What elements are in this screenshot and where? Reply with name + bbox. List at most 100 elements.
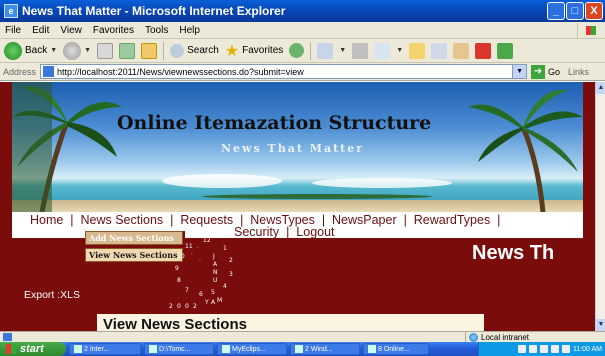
banner-title: Online Itemazation Structure	[117, 112, 432, 134]
messenger-icon[interactable]	[431, 42, 448, 59]
clock-dot: ·	[197, 245, 199, 252]
tray-icon[interactable]	[528, 345, 537, 353]
page-viewport: Online Itemazation Structure News That M…	[0, 82, 595, 331]
task-label: 8 Online...	[378, 345, 410, 353]
favorites-button[interactable]: ★ Favorites	[225, 41, 283, 61]
clock-digit: 2	[229, 257, 233, 264]
chevron-down-icon: ▼	[84, 47, 92, 54]
nav-logout[interactable]: Logout	[296, 225, 334, 239]
clock-digit: 7	[185, 287, 189, 294]
tool-icon[interactable]	[497, 42, 514, 59]
clock-digit: 9	[175, 265, 179, 272]
search-icon	[170, 43, 185, 58]
scroll-down-icon[interactable]: ▼	[596, 319, 605, 331]
taskbar-item-myeclipse[interactable]: MyEclips...	[217, 343, 287, 355]
export-xls-link[interactable]: Export :XLS	[24, 289, 80, 301]
start-button[interactable]: start	[0, 342, 66, 356]
clock-digit: M	[217, 297, 223, 304]
clock-digit: 8	[177, 277, 181, 284]
back-button[interactable]: Back ▼	[4, 41, 58, 60]
clock-dot: ·	[191, 251, 193, 258]
nav-separator: |	[279, 225, 297, 239]
clock-digit: 6	[199, 291, 203, 298]
windows-logo-icon	[6, 344, 16, 354]
clock-digit: J	[213, 253, 215, 260]
folder-icon[interactable]	[409, 42, 426, 59]
search-button[interactable]: Search	[170, 43, 219, 58]
menu-help[interactable]: Help	[179, 25, 200, 36]
tray-icon[interactable]	[550, 345, 559, 353]
forward-button[interactable]: ▼	[63, 41, 92, 60]
tray-icon[interactable]	[561, 345, 570, 353]
menu-file[interactable]: File	[5, 25, 21, 36]
back-label: Back	[25, 45, 48, 56]
window-titlebar: e News That Matter - Microsoft Internet …	[0, 0, 605, 22]
eclipse-icon	[222, 345, 230, 353]
menu-tools[interactable]: Tools	[145, 25, 168, 36]
windows-taskbar: start 2 Inter... D:\Tomc... MyEclips... …	[0, 342, 605, 356]
close-button[interactable]: X	[585, 2, 603, 20]
taskbar-item-internet-explorer[interactable]: 2 Inter...	[69, 343, 141, 355]
clock-digit: A	[211, 299, 216, 306]
palm-tree-right-icon	[468, 89, 583, 212]
clock-digit: 3	[229, 271, 233, 278]
scrolling-marquee-text: News Th	[472, 242, 555, 264]
vertical-scrollbar[interactable]: ▲ ▼	[595, 82, 605, 331]
clock-digit: 12	[203, 237, 211, 244]
chevron-down-icon: ▼	[50, 47, 58, 54]
address-input[interactable]: http://localhost:2011/News/viewnewssecti…	[40, 64, 528, 79]
document-icon	[368, 345, 376, 353]
task-label: 2 Wind...	[305, 345, 333, 353]
print-icon[interactable]	[352, 42, 369, 59]
maximize-button[interactable]: □	[566, 2, 584, 20]
menu-favorites[interactable]: Favorites	[93, 25, 134, 36]
minimize-button[interactable]: _	[547, 2, 565, 20]
menu-view[interactable]: View	[60, 25, 82, 36]
scroll-up-icon[interactable]: ▲	[596, 82, 605, 94]
chevron-down-icon[interactable]: ▼	[512, 65, 527, 78]
mail-icon[interactable]	[317, 42, 334, 59]
go-button[interactable]: ➜ Go	[531, 64, 560, 79]
forward-arrow-icon	[63, 41, 82, 60]
nav-news-sections[interactable]: News Sections	[80, 213, 163, 227]
task-label: D:\Tomc...	[159, 345, 191, 353]
edit-icon[interactable]	[374, 42, 391, 59]
nav-home[interactable]: Home	[30, 213, 63, 227]
palm-tree-left-icon	[12, 82, 122, 212]
tray-icon[interactable]	[539, 345, 548, 353]
menu-edit[interactable]: Edit	[32, 25, 49, 36]
clock-digit: N	[213, 269, 218, 276]
nav-requests[interactable]: Requests	[180, 213, 233, 227]
nav-rewardtypes[interactable]: RewardTypes	[414, 213, 490, 227]
taskbar-item-online[interactable]: 8 Online...	[363, 343, 429, 355]
favorites-star-icon: ★	[224, 42, 240, 60]
ie-icon	[74, 345, 82, 353]
clock-digit: 0	[185, 303, 189, 310]
menu-bar: File Edit View Favorites Tools Help	[0, 22, 605, 39]
tray-clock[interactable]: 11:00 AM	[573, 346, 602, 353]
clock-digit: 5	[211, 289, 215, 296]
window-controls: _ □ X	[547, 2, 603, 20]
clock-digit: 1	[223, 245, 227, 252]
home-icon[interactable]	[141, 42, 158, 59]
folder-icon	[295, 345, 303, 353]
stop-icon[interactable]	[97, 42, 114, 59]
media-icon[interactable]	[289, 43, 305, 58]
refresh-icon[interactable]	[119, 42, 136, 59]
clock-digit: A	[213, 261, 218, 268]
clock-dot: ·	[199, 257, 201, 264]
nav-newspaper[interactable]: NewsPaper	[332, 213, 397, 227]
taskbar-item-windows[interactable]: 2 Wind...	[290, 343, 360, 355]
standard-toolbar: Back ▼ ▼ Search ★ Favorites ▼ ▼	[0, 39, 605, 63]
taskbar-item-tomcat[interactable]: D:\Tomc...	[144, 343, 214, 355]
go-arrow-icon: ➜	[531, 64, 546, 79]
research-icon[interactable]	[453, 42, 470, 59]
links-button[interactable]: Links	[568, 67, 589, 77]
address-label: Address	[3, 66, 37, 77]
clock-digit: 2	[193, 303, 197, 310]
toolbar-separator	[310, 41, 312, 60]
flag-icon[interactable]	[475, 42, 492, 59]
clock-digit: 2	[169, 303, 173, 310]
tray-icon[interactable]	[517, 345, 526, 353]
clock-digit: 10	[177, 253, 185, 260]
